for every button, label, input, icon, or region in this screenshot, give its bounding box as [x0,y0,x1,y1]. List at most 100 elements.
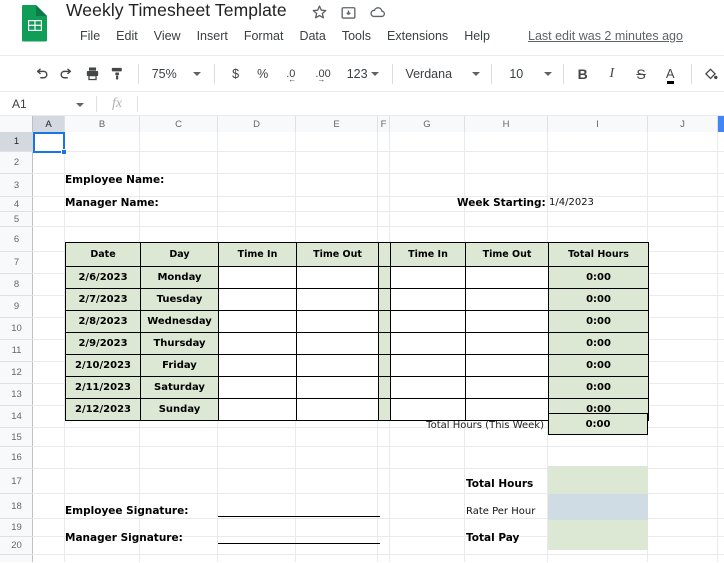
percent-format-button[interactable]: % [251,64,274,84]
font-family-selector[interactable]: Verdana [399,64,484,84]
cell-time-out-1[interactable] [296,332,379,355]
last-edit-status[interactable]: Last edit was 2 minutes ago [528,29,683,43]
cell-time-in-1[interactable] [218,310,297,333]
select-all-corner[interactable] [0,116,33,132]
redo-icon[interactable] [55,61,78,87]
cell-total[interactable]: 0:00 [548,376,649,399]
chevron-down-icon[interactable] [76,103,84,107]
increase-decimal-button[interactable]: .00 → [309,65,336,84]
employee-signature-line[interactable] [218,516,380,517]
document-title[interactable]: Weekly Timesheet Template [66,0,287,21]
name-box[interactable]: A1 [0,92,96,115]
cell-date[interactable]: 2/8/2023 [65,310,141,333]
undo-icon[interactable] [30,61,53,87]
cell-time-in-1[interactable] [218,266,297,289]
cell-time-in-2[interactable] [390,288,466,311]
menu-data[interactable]: Data [291,27,333,45]
cell-day[interactable]: Wednesday [140,310,219,333]
cell-date[interactable]: 2/9/2023 [65,332,141,355]
column-header-E[interactable]: E [296,116,378,132]
cell-time-in-2[interactable] [390,266,466,289]
manager-signature-line[interactable] [218,543,380,544]
formula-input[interactable] [138,92,724,115]
menu-extensions[interactable]: Extensions [379,27,456,45]
cell-total[interactable]: 0:00 [548,332,649,355]
move-to-folder-icon[interactable] [339,3,358,22]
week-total-value[interactable]: 0:00 [548,413,648,435]
cell-time-out-2[interactable] [465,354,549,377]
cell-total[interactable]: 0:00 [548,266,649,289]
cell-date[interactable]: 2/7/2023 [65,288,141,311]
cell-time-out-1[interactable] [296,398,379,421]
menu-tools[interactable]: Tools [334,27,379,45]
star-icon[interactable] [310,3,329,22]
cell-day[interactable]: Thursday [140,332,219,355]
total-hours-value-box[interactable] [548,466,648,494]
cell-time-in-2[interactable] [390,332,466,355]
cell-date[interactable]: 2/12/2023 [65,398,141,421]
cell-time-in-2[interactable] [390,310,466,333]
italic-button[interactable]: I [600,61,623,87]
fill-handle[interactable] [61,149,67,155]
cell-time-in-1[interactable] [218,354,297,377]
column-header-G[interactable]: G [390,116,465,132]
cell-time-out-1[interactable] [296,354,379,377]
column-header-C[interactable]: C [140,116,218,132]
column-header-D[interactable]: D [218,116,296,132]
paint-format-icon[interactable] [106,61,129,87]
cell-time-out-2[interactable] [465,398,549,421]
cell-time-out-2[interactable] [465,266,549,289]
cell-time-out-2[interactable] [465,288,549,311]
cell-total[interactable]: 0:00 [548,310,649,333]
cell-date[interactable]: 2/6/2023 [65,266,141,289]
cell-time-out-2[interactable] [465,376,549,399]
cell-time-out-1[interactable] [296,310,379,333]
cell-time-out-2[interactable] [465,310,549,333]
menu-view[interactable]: View [146,27,189,45]
print-icon[interactable] [80,61,103,87]
cell-day[interactable]: Tuesday [140,288,219,311]
fill-color-icon[interactable] [699,61,722,87]
cell-date[interactable]: 2/10/2023 [65,354,141,377]
menu-edit[interactable]: Edit [108,27,146,45]
cell-day[interactable]: Saturday [140,376,219,399]
cell-day[interactable]: Friday [140,354,219,377]
cell-time-in-1[interactable] [218,398,297,421]
column-header-I[interactable]: I [548,116,648,132]
cell-time-in-2[interactable] [390,376,466,399]
cell-date[interactable]: 2/11/2023 [65,376,141,399]
total-pay-value-box[interactable] [548,520,648,550]
cell-time-in-1[interactable] [218,376,297,399]
cell-total[interactable]: 0:00 [548,354,649,377]
rate-per-hour-value-box[interactable] [548,494,648,520]
decrease-decimal-button[interactable]: .0 ← [280,65,301,84]
column-header-J[interactable]: J [648,116,718,132]
cell-time-in-2[interactable] [390,354,466,377]
column-header-F[interactable]: F [378,116,390,132]
more-formats-button[interactable]: 123 [341,64,385,84]
cell-time-out-1[interactable] [296,288,379,311]
cell-time-in-1[interactable] [218,288,297,311]
menu-file[interactable]: File [72,27,108,45]
text-color-button[interactable]: A [659,61,682,87]
cell-total[interactable]: 0:00 [548,288,649,311]
column-header-B[interactable]: B [65,116,140,132]
strikethrough-button[interactable]: S [629,61,652,87]
column-header-H[interactable]: H [465,116,548,132]
column-header-A[interactable]: A [33,116,65,132]
cell-day[interactable]: Monday [140,266,219,289]
menu-insert[interactable]: Insert [189,27,236,45]
zoom-selector[interactable]: 75% [146,65,208,83]
cell-time-in-2[interactable] [390,398,466,421]
cloud-saved-icon[interactable] [368,3,387,22]
menu-format[interactable]: Format [236,27,292,45]
active-cell-a1[interactable] [33,132,67,155]
cell-time-out-1[interactable] [296,266,379,289]
cell-day[interactable]: Sunday [140,398,219,421]
currency-format-button[interactable]: $ [226,64,245,84]
bold-button[interactable]: B [571,61,594,87]
cell-time-in-1[interactable] [218,332,297,355]
cell-time-out-1[interactable] [296,376,379,399]
font-size-selector[interactable]: 10 [499,64,556,84]
cell-time-out-2[interactable] [465,332,549,355]
